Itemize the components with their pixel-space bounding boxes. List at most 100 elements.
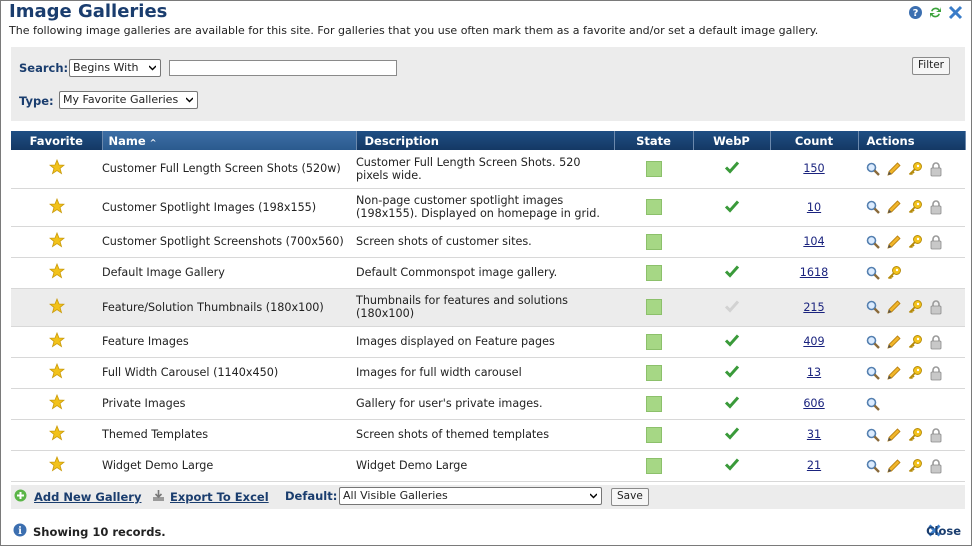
permissions-key-icon[interactable] [906, 233, 924, 251]
col-name[interactable]: Name ^ [102, 131, 357, 150]
table-row[interactable]: Widget Demo Large Widget Demo Large 21 [11, 450, 965, 482]
help-icon[interactable]: ? [908, 5, 923, 20]
col-favorite[interactable]: Favorite [11, 131, 103, 150]
state-indicator[interactable] [645, 199, 662, 215]
state-indicator[interactable] [645, 426, 662, 443]
count-link[interactable]: 1618 [800, 266, 828, 279]
state-indicator[interactable] [645, 457, 662, 474]
col-state[interactable]: State [614, 131, 694, 150]
star-icon[interactable] [48, 262, 65, 282]
count-link[interactable]: 215 [803, 301, 824, 314]
star-icon[interactable] [48, 331, 65, 351]
view-icon[interactable] [864, 160, 882, 178]
view-icon[interactable] [864, 457, 882, 475]
view-icon[interactable] [864, 264, 882, 282]
view-icon[interactable] [864, 364, 882, 382]
state-cell [614, 288, 693, 327]
permissions-key-icon[interactable] [906, 160, 924, 178]
col-description[interactable]: Description [356, 131, 615, 150]
lock-icon[interactable] [927, 298, 945, 316]
table-row[interactable]: Feature/Solution Thumbnails (180x100) Thu… [11, 288, 965, 327]
filter-button[interactable]: Filter [912, 57, 951, 75]
table-row[interactable]: Customer Spotlight Screenshots (700x560)… [11, 226, 965, 258]
export-excel-link[interactable]: Export To Excel [170, 490, 269, 504]
lock-icon[interactable] [927, 333, 945, 351]
edit-pencil-icon[interactable] [885, 198, 903, 216]
star-icon[interactable] [48, 455, 65, 475]
state-indicator[interactable] [645, 233, 662, 250]
count-link[interactable]: 10 [807, 201, 821, 214]
close-icon[interactable] [948, 5, 963, 20]
lock-icon[interactable] [927, 198, 945, 216]
table-row[interactable]: Full Width Carousel (1140x450) Images for… [11, 357, 965, 389]
state-indicator[interactable] [645, 333, 662, 350]
count-link[interactable]: 409 [803, 335, 824, 348]
type-select[interactable]: My Favorite Galleries [59, 91, 198, 109]
edit-pencil-icon[interactable] [885, 333, 903, 351]
star-icon[interactable] [48, 393, 65, 413]
star-icon[interactable] [48, 362, 65, 382]
add-icon[interactable] [14, 489, 27, 502]
edit-pencil-icon[interactable] [885, 160, 903, 178]
export-icon[interactable] [152, 490, 165, 502]
state-indicator[interactable] [645, 160, 662, 177]
refresh-icon[interactable] [928, 5, 943, 20]
save-button[interactable]: Save [611, 488, 649, 506]
edit-pencil-icon[interactable] [885, 298, 903, 316]
star-icon[interactable] [48, 297, 65, 317]
col-webp[interactable]: WebP [693, 131, 771, 150]
count-cell: 606 [770, 388, 858, 420]
count-link[interactable]: 13 [807, 366, 821, 379]
lock-icon[interactable] [927, 160, 945, 178]
state-indicator[interactable] [645, 364, 662, 381]
view-icon[interactable] [864, 426, 882, 444]
permissions-key-icon[interactable] [885, 264, 903, 282]
star-icon[interactable] [48, 424, 65, 444]
add-new-gallery-link[interactable]: Add New Gallery [34, 490, 141, 504]
lock-icon[interactable] [927, 426, 945, 444]
star-icon[interactable] [48, 159, 65, 178]
edit-pencil-icon[interactable] [885, 426, 903, 444]
view-icon[interactable] [864, 198, 882, 216]
status-bar: i Showing 10 records. Close [11, 521, 965, 543]
permissions-key-icon[interactable] [906, 198, 924, 216]
lock-icon[interactable] [927, 364, 945, 382]
search-mode-select[interactable]: Begins With [69, 59, 161, 77]
close-link[interactable]: Close [926, 524, 961, 538]
permissions-key-icon[interactable] [906, 298, 924, 316]
edit-pencil-icon[interactable] [885, 233, 903, 251]
table-row[interactable]: Themed Templates Screen shots of themed t… [11, 419, 965, 451]
permissions-key-icon[interactable] [906, 333, 924, 351]
count-link[interactable]: 150 [803, 162, 824, 175]
star-icon[interactable] [48, 197, 65, 217]
table-row[interactable]: Default Image Gallery Default Commonspot … [11, 257, 965, 289]
count-link[interactable]: 104 [803, 235, 824, 248]
table-row[interactable]: Customer Full Length Screen Shots (520w)… [11, 150, 965, 189]
col-count[interactable]: Count [770, 131, 859, 150]
permissions-key-icon[interactable] [906, 457, 924, 475]
table-row[interactable]: Customer Spotlight Images (198x155) Non-p… [11, 188, 965, 227]
state-indicator[interactable] [645, 264, 662, 281]
state-indicator[interactable] [645, 395, 662, 412]
view-icon[interactable] [864, 233, 882, 251]
view-icon[interactable] [864, 333, 882, 351]
default-gallery-select[interactable]: All Visible Galleries [339, 487, 602, 505]
count-link[interactable]: 31 [807, 428, 821, 441]
edit-pencil-icon[interactable] [885, 364, 903, 382]
lock-icon[interactable] [927, 457, 945, 475]
view-icon[interactable] [864, 298, 882, 316]
star-icon[interactable] [48, 231, 65, 251]
count-link[interactable]: 606 [803, 397, 824, 410]
permissions-key-icon[interactable] [906, 364, 924, 382]
view-icon[interactable] [864, 395, 882, 413]
edit-pencil-icon[interactable] [885, 457, 903, 475]
webp-check-icon [724, 426, 740, 443]
search-input[interactable] [169, 60, 397, 76]
table-row[interactable]: Private Images Gallery for user's private… [11, 388, 965, 420]
state-indicator[interactable] [645, 299, 662, 315]
table-row[interactable]: Feature Images Images displayed on Featur… [11, 326, 965, 358]
permissions-key-icon[interactable] [906, 426, 924, 444]
favorite-cell [11, 226, 102, 258]
count-link[interactable]: 21 [807, 459, 821, 472]
lock-icon[interactable] [927, 233, 945, 251]
